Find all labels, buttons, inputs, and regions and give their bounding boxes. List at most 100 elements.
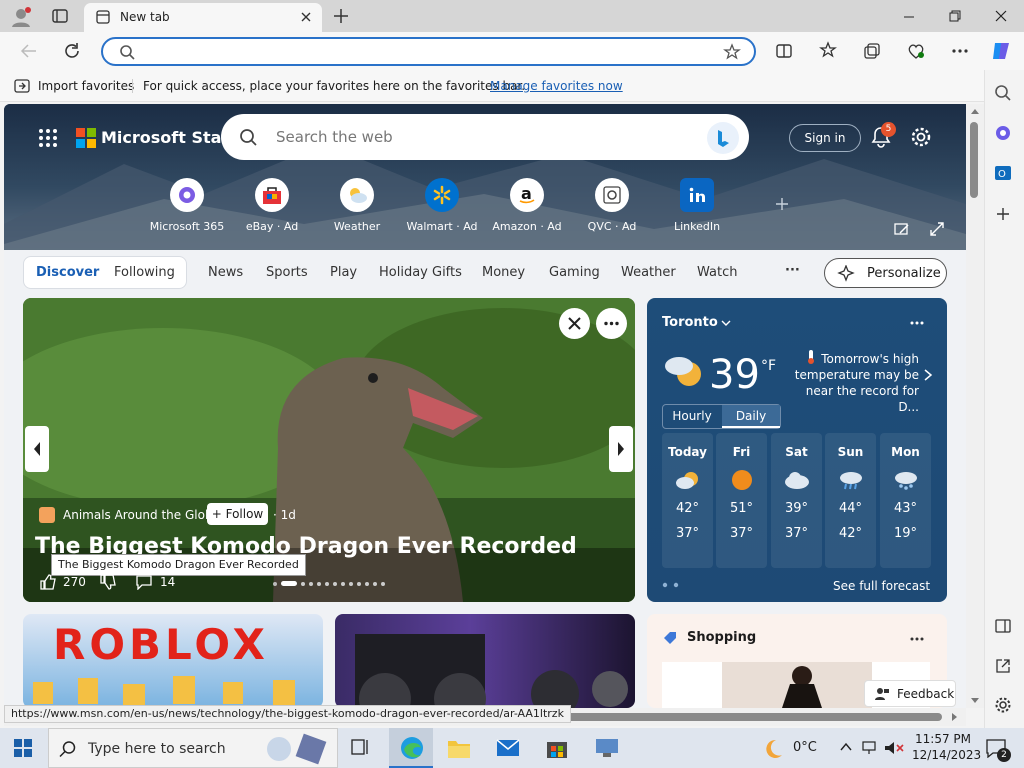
feedback-button[interactable]: Feedback xyxy=(864,680,956,707)
tab-watch[interactable]: Watch xyxy=(697,265,737,280)
sidebar-settings-gear-icon[interactable] xyxy=(994,696,1012,714)
carousel-next-button[interactable] xyxy=(609,426,633,472)
weather-more-icon[interactable] xyxy=(909,320,925,326)
follow-button[interactable]: + Follow xyxy=(207,503,268,525)
vertical-scrollbar[interactable] xyxy=(966,104,984,708)
import-favorites-link[interactable]: Import favorites xyxy=(38,79,134,93)
publisher-name[interactable]: Animals Around the Globe xyxy=(63,508,220,522)
see-full-forecast-link[interactable]: See full forecast xyxy=(833,579,930,593)
forecast-day-sun[interactable]: Sun 44° 42° xyxy=(825,433,876,568)
shopping-title[interactable]: Shopping xyxy=(687,630,756,645)
task-view-icon[interactable] xyxy=(351,739,371,757)
sidebar-hide-icon[interactable] xyxy=(995,618,1011,634)
tab-play[interactable]: Play xyxy=(330,265,357,280)
page-settings-gear-icon[interactable] xyxy=(910,126,932,148)
chevron-left-icon xyxy=(34,442,40,456)
back-icon[interactable] xyxy=(20,43,38,59)
microsoft-store-icon[interactable] xyxy=(545,737,569,759)
more-tabs-button[interactable]: ··· xyxy=(785,263,800,278)
story-more-options-button[interactable] xyxy=(596,308,627,339)
import-favorites-icon[interactable] xyxy=(14,78,30,94)
tab-money[interactable]: Money xyxy=(482,265,525,280)
dislike-icon[interactable] xyxy=(99,574,117,590)
dismiss-story-button[interactable] xyxy=(559,308,590,339)
clock-time[interactable]: 11:57 PM xyxy=(915,732,971,746)
weather-alert-note[interactable]: Tomorrow's high temperature may be near … xyxy=(787,351,919,415)
tab-actions-icon[interactable] xyxy=(52,8,68,24)
hero-article-card[interactable]: Animals Around the Globe + Follow · 1d T… xyxy=(23,298,635,602)
apps-launcher-icon[interactable] xyxy=(38,128,58,148)
chevron-down-icon[interactable] xyxy=(720,318,732,328)
tab-holiday-gifts[interactable]: Holiday Gifts xyxy=(379,265,462,280)
tab-gaming[interactable]: Gaming xyxy=(549,265,600,280)
close-window-icon[interactable] xyxy=(994,9,1008,23)
tab-discover[interactable]: Discover xyxy=(36,265,99,280)
minimize-icon[interactable] xyxy=(902,10,916,24)
personalize-button[interactable]: Personalize xyxy=(824,258,947,288)
manage-favorites-link[interactable]: Manage favorites now xyxy=(490,79,623,93)
temperature-unit[interactable]: °F xyxy=(761,358,776,374)
bing-icon[interactable] xyxy=(707,122,739,154)
web-search-box[interactable]: Search the web xyxy=(221,114,749,160)
address-bar[interactable] xyxy=(101,37,756,66)
tab-news[interactable]: News xyxy=(208,265,243,280)
fullscreen-expand-icon[interactable] xyxy=(929,221,945,237)
restore-icon[interactable] xyxy=(948,9,962,23)
comment-icon[interactable] xyxy=(135,574,153,590)
web-search-input[interactable]: Search the web xyxy=(276,128,393,146)
tab-weather[interactable]: Weather xyxy=(621,265,676,280)
carousel-dots[interactable] xyxy=(273,581,393,587)
clock-date[interactable]: 12/14/2023 xyxy=(912,748,981,762)
tech-article-card[interactable] xyxy=(335,614,635,708)
tab-following[interactable]: Following xyxy=(114,265,175,280)
volume-muted-icon[interactable] xyxy=(884,740,904,756)
close-tab-icon[interactable] xyxy=(300,11,312,23)
sidebar-add-icon[interactable] xyxy=(995,206,1011,222)
copilot-icon[interactable] xyxy=(990,39,1014,63)
windows-start-icon[interactable] xyxy=(14,739,32,757)
add-favorite-icon[interactable] xyxy=(723,43,741,61)
shopping-more-icon[interactable] xyxy=(909,636,925,642)
brand-title[interactable]: Microsoft Start xyxy=(101,128,237,147)
collections-icon[interactable] xyxy=(863,42,881,60)
file-explorer-icon[interactable] xyxy=(447,737,471,759)
taskbar-edge-app[interactable] xyxy=(389,728,433,768)
forecast-day-today[interactable]: Today 42° 37° xyxy=(662,433,713,568)
sidebar-copilot-icon[interactable] xyxy=(994,124,1012,142)
sidebar-search-icon[interactable] xyxy=(994,84,1012,102)
taskbar-search-input[interactable]: Type here to search xyxy=(88,741,226,757)
new-tab-icon[interactable] xyxy=(333,8,349,24)
roblox-article-card[interactable]: ROBLOX xyxy=(23,614,323,708)
network-icon[interactable] xyxy=(862,740,880,756)
pagination-dots[interactable] xyxy=(662,582,682,588)
taskbar-temperature[interactable]: 0°C xyxy=(793,740,817,755)
forecast-day-mon[interactable]: Mon 43° 19° xyxy=(880,433,931,568)
mail-app-icon[interactable] xyxy=(496,738,520,758)
browser-essentials-icon[interactable] xyxy=(907,42,925,60)
like-icon[interactable] xyxy=(39,574,57,590)
sidebar-external-link-icon[interactable] xyxy=(995,658,1011,674)
tab-sports[interactable]: Sports xyxy=(266,265,308,280)
forecast-day-fri[interactable]: Fri 51° 37° xyxy=(716,433,767,568)
tab-daily[interactable]: Daily xyxy=(722,405,780,428)
weather-city[interactable]: Toronto xyxy=(662,315,718,330)
add-quick-link-icon[interactable] xyxy=(774,196,790,212)
show-hidden-icons-icon[interactable] xyxy=(840,741,852,753)
tab-hourly[interactable]: Hourly xyxy=(663,405,721,428)
sign-in-button[interactable]: Sign in xyxy=(789,124,861,152)
quick-link-linkedin[interactable]: LinkedIn xyxy=(647,178,747,233)
remote-desktop-icon[interactable] xyxy=(594,737,620,759)
carousel-previous-button[interactable] xyxy=(25,426,49,472)
forecast-day-sat[interactable]: Sat 39° 37° xyxy=(771,433,822,568)
sidebar-outlook-icon[interactable]: O xyxy=(994,164,1012,182)
settings-more-icon[interactable] xyxy=(951,48,969,54)
quick-link-label: Amazon · Ad xyxy=(492,220,562,233)
tab-new-tab[interactable]: New tab xyxy=(84,3,322,32)
split-screen-icon[interactable] xyxy=(775,42,793,60)
profile-icon[interactable] xyxy=(10,6,32,28)
favorites-icon[interactable] xyxy=(819,41,837,59)
edit-background-icon[interactable] xyxy=(894,221,910,237)
taskbar-search-box[interactable]: Type here to search xyxy=(48,728,338,768)
chevron-right-icon[interactable] xyxy=(923,368,933,382)
refresh-icon[interactable] xyxy=(63,42,81,60)
